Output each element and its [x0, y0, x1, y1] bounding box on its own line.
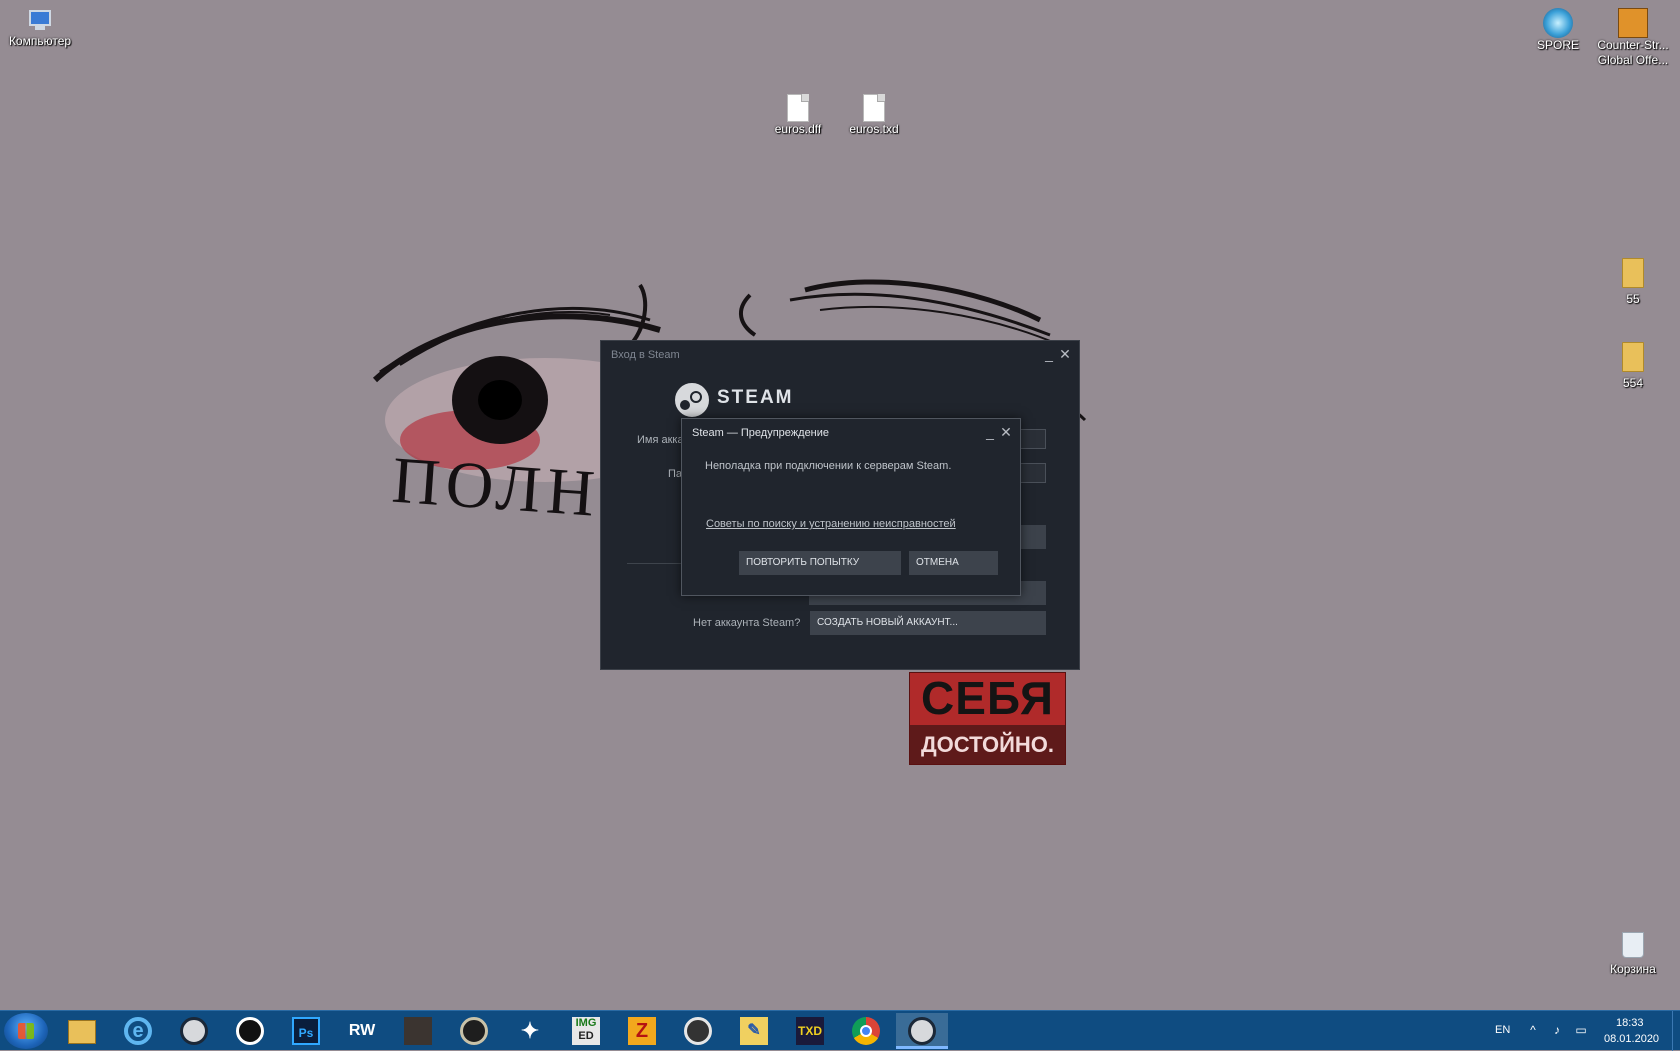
- no-account-label: Нет аккаунта Steam?: [693, 617, 801, 629]
- recycle-bin-icon: [1622, 932, 1644, 958]
- internet-explorer-icon: e: [124, 1017, 152, 1045]
- chevron-up-icon[interactable]: ^: [1526, 1023, 1540, 1037]
- rw-icon: RW: [348, 1022, 376, 1039]
- desktop-icon-csgo[interactable]: Counter-Str... Global Offe...: [1593, 8, 1673, 68]
- minimize-button[interactable]: _: [1041, 345, 1057, 363]
- desktop-icon-label: euros.dff: [774, 122, 822, 136]
- poster-subtitle: ДОСТОЙНО.: [910, 725, 1065, 764]
- close-button[interactable]: ✕: [1057, 345, 1073, 363]
- photoshop-icon: Ps: [292, 1017, 320, 1045]
- folder-icon: [1622, 342, 1644, 372]
- pen-folder-icon: ✎: [740, 1017, 768, 1045]
- chrome-center: [860, 1025, 872, 1037]
- desktop-icon-label-line1: Counter-Str...: [1597, 38, 1669, 52]
- game-character-icon: [404, 1017, 432, 1045]
- taskbar-internet-explorer[interactable]: e: [112, 1013, 164, 1049]
- taskbar-rw-analyzer[interactable]: RW: [336, 1013, 388, 1049]
- minimize-button[interactable]: _: [982, 423, 998, 441]
- password-label: Па: [668, 468, 683, 480]
- start-button[interactable]: [4, 1013, 48, 1049]
- spore-icon: [1543, 8, 1573, 38]
- clock-time[interactable]: 18:33: [1616, 1017, 1644, 1029]
- record-icon: [236, 1017, 264, 1045]
- taskbar-txd-workshop[interactable]: TXD: [784, 1013, 836, 1049]
- desktop-icon-label: Корзина: [1610, 962, 1656, 976]
- close-button[interactable]: ✕: [998, 423, 1014, 441]
- zmodeler-icon: Z: [628, 1017, 656, 1045]
- swirl-icon: [684, 1017, 712, 1045]
- retry-button[interactable]: ПОВТОРИТЬ ПОПЫТКУ: [739, 551, 901, 575]
- csgo-icon: [1618, 8, 1648, 38]
- computer-icon: [29, 10, 51, 26]
- taskbar-photoshop[interactable]: Ps: [280, 1013, 332, 1049]
- star-tool-icon: ✦: [520, 1018, 540, 1043]
- taskbar-editor[interactable]: ✦: [504, 1013, 556, 1049]
- steam-wordmark: STEAM: [717, 387, 794, 408]
- login-window-title: Вход в Steam: [611, 349, 680, 361]
- taskbar-steam-running[interactable]: [896, 1013, 948, 1049]
- clock-date[interactable]: 08.01.2020: [1604, 1033, 1659, 1045]
- desktop[interactable]: ПОЛНЫ СЕБЯ ДОСТОЙНО. Компьютер euros.dff…: [0, 0, 1680, 1010]
- taskbar-zmodeler[interactable]: Z: [616, 1013, 668, 1049]
- img-label-bottom: ED: [578, 1030, 594, 1042]
- taskbar-cs-go[interactable]: [448, 1013, 500, 1049]
- volume-icon[interactable]: ♪: [1550, 1023, 1564, 1037]
- desktop-icon-label: euros.txd: [849, 122, 899, 136]
- desktop-icon-euros-txd[interactable]: euros.txd: [834, 94, 914, 137]
- taskbar-img-tool[interactable]: IMG ED: [560, 1013, 612, 1049]
- poster-title: СЕБЯ: [921, 672, 1054, 724]
- desktop-icon-spore[interactable]: SPORE: [1518, 8, 1598, 53]
- desktop-icon-folder-55[interactable]: 55: [1593, 258, 1673, 307]
- cancel-button[interactable]: ОТМЕНА: [909, 551, 998, 575]
- desktop-icon-label: Компьютер: [8, 34, 72, 48]
- warning-message: Неполадка при подключении к серверам Ste…: [705, 460, 952, 472]
- login-titlebar[interactable]: Вход в Steam _ ✕: [601, 341, 1079, 369]
- taskbar-file-explorer[interactable]: [56, 1013, 108, 1049]
- steam-icon: [908, 1017, 936, 1045]
- chrome-icon: [852, 1017, 880, 1045]
- taskbar-editor-pen[interactable]: ✎: [728, 1013, 780, 1049]
- monitor-stand: [35, 26, 45, 30]
- desktop-icon-label: SPORE: [1536, 38, 1579, 52]
- desktop-icon-folder-554[interactable]: 554: [1593, 342, 1673, 391]
- desktop-icon-computer[interactable]: Компьютер: [0, 8, 80, 49]
- language-indicator[interactable]: EN: [1495, 1024, 1510, 1036]
- wallpaper-poster: СЕБЯ ДОСТОЙНО.: [909, 672, 1066, 765]
- taskbar: e Ps RW ✦ IMG ED Z ✎ TXD EN ^ ♪ ▭ 18:33 …: [0, 1010, 1680, 1051]
- account-name-label: Имя акка: [637, 434, 684, 446]
- csgo-icon: [460, 1017, 488, 1045]
- steam-logo-icon: [673, 381, 711, 419]
- desktop-icon-euros-dff[interactable]: euros.dff: [758, 94, 838, 137]
- file-icon: [787, 94, 809, 122]
- file-icon: [863, 94, 885, 122]
- img-label-top: IMG: [575, 1017, 597, 1029]
- folder-icon: [1622, 258, 1644, 288]
- txd-icon: TXD: [796, 1017, 824, 1045]
- folder-icon: [68, 1020, 96, 1044]
- warning-dialog-title: Steam — Предупреждение: [692, 427, 830, 439]
- desktop-icon-label: 55: [1626, 292, 1640, 306]
- desktop-icon-recycle-bin[interactable]: Корзина: [1593, 932, 1673, 977]
- create-account-button[interactable]: СОЗДАТЬ НОВЫЙ АККАУНТ...: [810, 611, 1046, 635]
- desktop-icon-label-line2: Global Offe...: [1597, 53, 1669, 67]
- img-editor-icon: IMG ED: [572, 1017, 600, 1045]
- notification-icon[interactable]: ▭: [1574, 1023, 1588, 1037]
- taskbar-recorder[interactable]: [224, 1013, 276, 1049]
- troubleshooting-link[interactable]: Советы по поиску и устранению неисправно…: [706, 518, 956, 530]
- taskbar-chrome[interactable]: [840, 1013, 892, 1049]
- desktop-icon-label: 554: [1622, 376, 1644, 390]
- steam-icon: [180, 1017, 208, 1045]
- taskbar-steam[interactable]: [168, 1013, 220, 1049]
- taskbar-spore-tool[interactable]: [672, 1013, 724, 1049]
- taskbar-game-character[interactable]: [392, 1013, 444, 1049]
- steam-warning-dialog[interactable]: Steam — Предупреждение _ ✕ Неполадка при…: [681, 418, 1021, 596]
- show-desktop-button[interactable]: [1672, 1011, 1680, 1051]
